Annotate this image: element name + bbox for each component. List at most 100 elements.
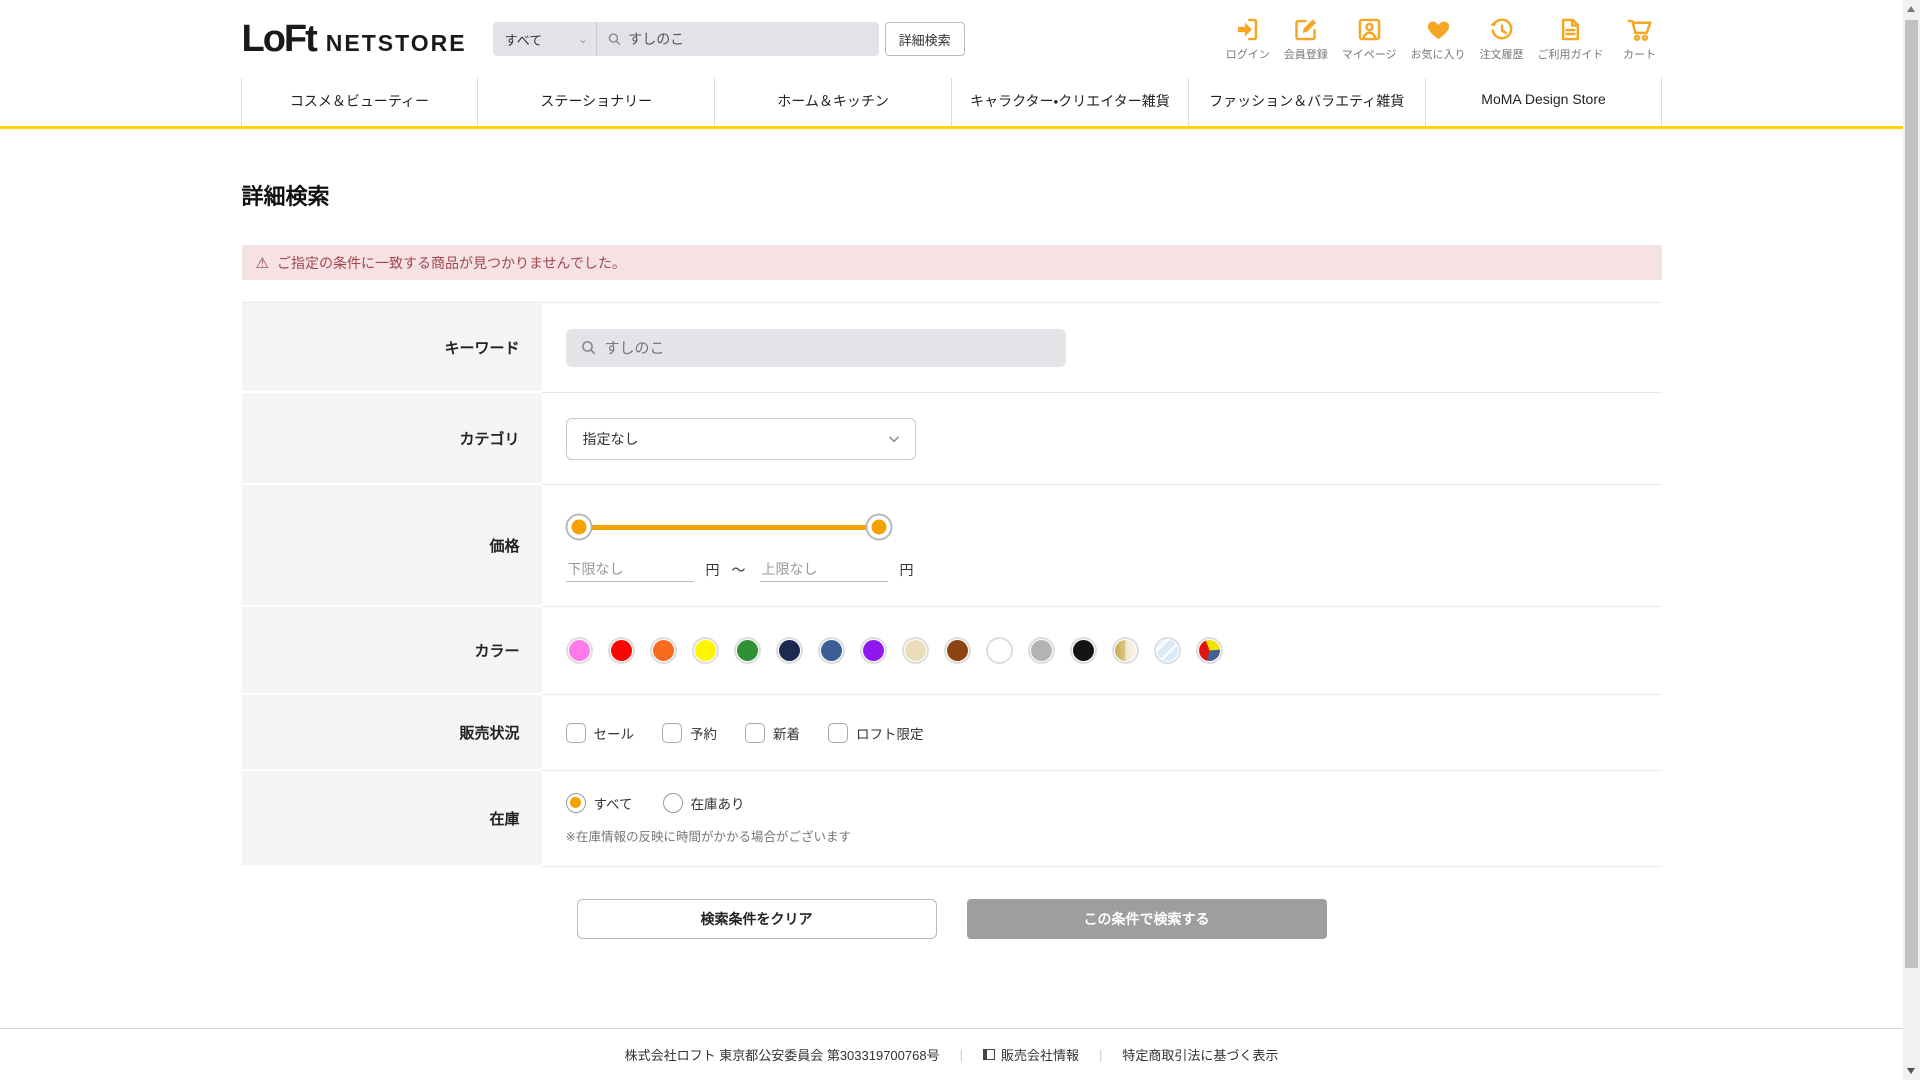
- order-history-link[interactable]: 注文履歴: [1480, 16, 1524, 62]
- sales-status-checkbox[interactable]: ロフト限定: [828, 722, 924, 743]
- stock-note: ※在庫情報の反映に時間がかかる場合がございます: [565, 829, 851, 844]
- color-label: カラー: [241, 607, 542, 695]
- color-swatch-orange[interactable]: [649, 637, 677, 664]
- cart-link[interactable]: カート: [1618, 16, 1662, 62]
- guide-link[interactable]: ご利用ガイド: [1538, 16, 1604, 62]
- color-swatch-blue[interactable]: [817, 637, 845, 664]
- submit-search-button[interactable]: この条件で検索する: [966, 899, 1327, 939]
- search-icon: [581, 340, 595, 355]
- cart-icon: [1627, 19, 1652, 41]
- price-separator: ～: [731, 561, 746, 578]
- sales-status-label: 販売状況: [241, 695, 542, 771]
- chevron-down-icon: [888, 435, 899, 442]
- color-swatches: [565, 637, 1662, 664]
- nav-category-item[interactable]: ステーショナリー: [477, 78, 714, 126]
- color-swatch-white[interactable]: [985, 637, 1013, 664]
- cart-label: カート: [1623, 49, 1656, 61]
- color-swatch-navy[interactable]: [775, 637, 803, 664]
- order-history-label: 注文履歴: [1479, 49, 1524, 61]
- scrollbar-down-arrow-icon[interactable]: [1907, 1068, 1915, 1074]
- login-icon: [1238, 18, 1258, 41]
- stock-radio-all[interactable]: すべて: [565, 792, 633, 813]
- category-nav: コスメ＆ビューティー ステーショナリー ホーム＆キッチン キャラクター・クリエイ…: [0, 78, 1903, 129]
- site-footer: 株式会社ロフト 東京都公安委員会 第303319700768号 | 販売会社情報…: [0, 1028, 1903, 1080]
- favorites-icon: [1427, 21, 1449, 40]
- checkbox-icon[interactable]: [828, 722, 848, 743]
- color-swatch-gold[interactable]: [1111, 637, 1139, 664]
- scrollbar[interactable]: [1903, 0, 1920, 1080]
- main-content: 詳細検索 ⚠ ご指定の条件に一致する商品が見つかりませんでした。 キーワード カ…: [241, 179, 1662, 939]
- category-select[interactable]: 指定なし: [565, 417, 916, 460]
- stock-radio-in-stock[interactable]: 在庫あり: [662, 792, 745, 813]
- nav-category-item[interactable]: MoMA Design Store: [1424, 78, 1663, 126]
- color-swatch-pink[interactable]: [565, 637, 593, 664]
- footer-separator: |: [959, 1047, 963, 1062]
- color-swatch-clear[interactable]: [1153, 637, 1181, 664]
- footer-legal-link[interactable]: 特定商取引法に基づく表示: [1122, 1045, 1278, 1064]
- stock-options: すべて 在庫あり: [565, 792, 1662, 813]
- color-swatch-multicolor[interactable]: [1195, 637, 1223, 664]
- category-nav-items: コスメ＆ビューティー ステーショナリー ホーム＆キッチン キャラクター・クリエイ…: [240, 78, 1663, 126]
- order-history-icon: [1490, 18, 1513, 40]
- checkbox-icon[interactable]: [745, 722, 765, 743]
- color-swatch-yellow[interactable]: [691, 637, 719, 664]
- header-search-bar: すべて ⌄: [492, 22, 879, 56]
- clear-conditions-button[interactable]: 検索条件をクリア: [576, 899, 937, 939]
- color-swatch-black[interactable]: [1069, 637, 1097, 664]
- guide-label: ご利用ガイド: [1537, 49, 1604, 61]
- login-link[interactable]: ログイン: [1226, 16, 1270, 62]
- login-label: ログイン: [1225, 49, 1270, 61]
- register-link[interactable]: 会員登録: [1284, 16, 1328, 62]
- radio-unchecked-icon[interactable]: [662, 792, 683, 813]
- footer-seller-info-link[interactable]: 販売会社情報: [982, 1045, 1079, 1064]
- price-label: 価格: [241, 485, 542, 607]
- color-swatch-purple[interactable]: [859, 637, 887, 664]
- color-swatch-beige[interactable]: [901, 637, 929, 664]
- register-label: 会員登録: [1283, 49, 1328, 61]
- search-category-select[interactable]: すべて ⌄: [493, 22, 597, 56]
- sales-status-checkbox[interactable]: 予約: [662, 722, 717, 743]
- color-swatch-gray[interactable]: [1027, 637, 1055, 664]
- radio-checked-icon[interactable]: [565, 792, 586, 813]
- chevron-down-icon: ⌄: [578, 33, 588, 46]
- header-search-input[interactable]: [628, 31, 869, 47]
- nav-category-item[interactable]: コスメ＆ビューティー: [240, 78, 478, 126]
- price-slider-min-handle[interactable]: [565, 513, 592, 541]
- sales-status-checkbox[interactable]: 新着: [745, 722, 800, 743]
- checkbox-icon[interactable]: [662, 722, 682, 743]
- color-swatch-brown[interactable]: [943, 637, 971, 664]
- sales-status-checkbox[interactable]: セール: [565, 722, 634, 743]
- footer-company-text: 株式会社ロフト 東京都公安委員会 第303319700768号: [624, 1048, 940, 1063]
- keyword-input[interactable]: [604, 339, 1052, 356]
- price-slider-max-handle[interactable]: [865, 513, 892, 541]
- favorites-link[interactable]: お気に入り: [1411, 16, 1466, 62]
- keyword-label: キーワード: [241, 303, 542, 393]
- stock-label: 在庫: [241, 771, 542, 867]
- no-results-alert: ⚠ ご指定の条件に一致する商品が見つかりませんでした。: [241, 245, 1662, 280]
- category-select-value: 指定なし: [582, 430, 639, 447]
- favorites-label: お気に入り: [1410, 49, 1466, 61]
- nav-category-item[interactable]: キャラクター・クリエイター雑貨: [950, 78, 1188, 126]
- site-logo[interactable]: LoFt NETSTORE: [242, 18, 467, 61]
- search-form: キーワード カテゴリ 指定なし 価格: [241, 302, 1662, 867]
- color-swatch-red[interactable]: [607, 637, 635, 664]
- logo-loft-text: LoFt: [241, 17, 318, 60]
- mypage-link[interactable]: マイページ: [1342, 16, 1397, 62]
- search-category-value: すべて: [504, 32, 543, 48]
- mypage-label: マイページ: [1341, 49, 1397, 61]
- logo-netstore-text: NETSTORE: [325, 29, 467, 56]
- advanced-search-button[interactable]: 詳細検索: [884, 22, 965, 56]
- checkbox-icon[interactable]: [565, 722, 586, 743]
- scrollbar-thumb[interactable]: [1905, 20, 1918, 968]
- nav-category-item[interactable]: ホーム＆キッチン: [714, 78, 951, 126]
- price-row: 価格 円 ～ 円: [241, 485, 1662, 607]
- scrollbar-up-arrow-icon[interactable]: [1907, 6, 1915, 12]
- price-max-input[interactable]: [759, 557, 888, 582]
- price-range-slider[interactable]: [565, 513, 892, 541]
- nav-category-item[interactable]: ファッション＆バラエティ雑貨: [1187, 78, 1425, 126]
- warning-icon: ⚠: [255, 254, 269, 272]
- color-swatch-green[interactable]: [733, 637, 761, 664]
- price-min-input[interactable]: [565, 557, 694, 582]
- category-label: カテゴリ: [241, 393, 542, 485]
- user-nav: ログイン 会員登録 マイページ お気に入り 注文履歴 ご利用ガイド カート: [1226, 16, 1662, 62]
